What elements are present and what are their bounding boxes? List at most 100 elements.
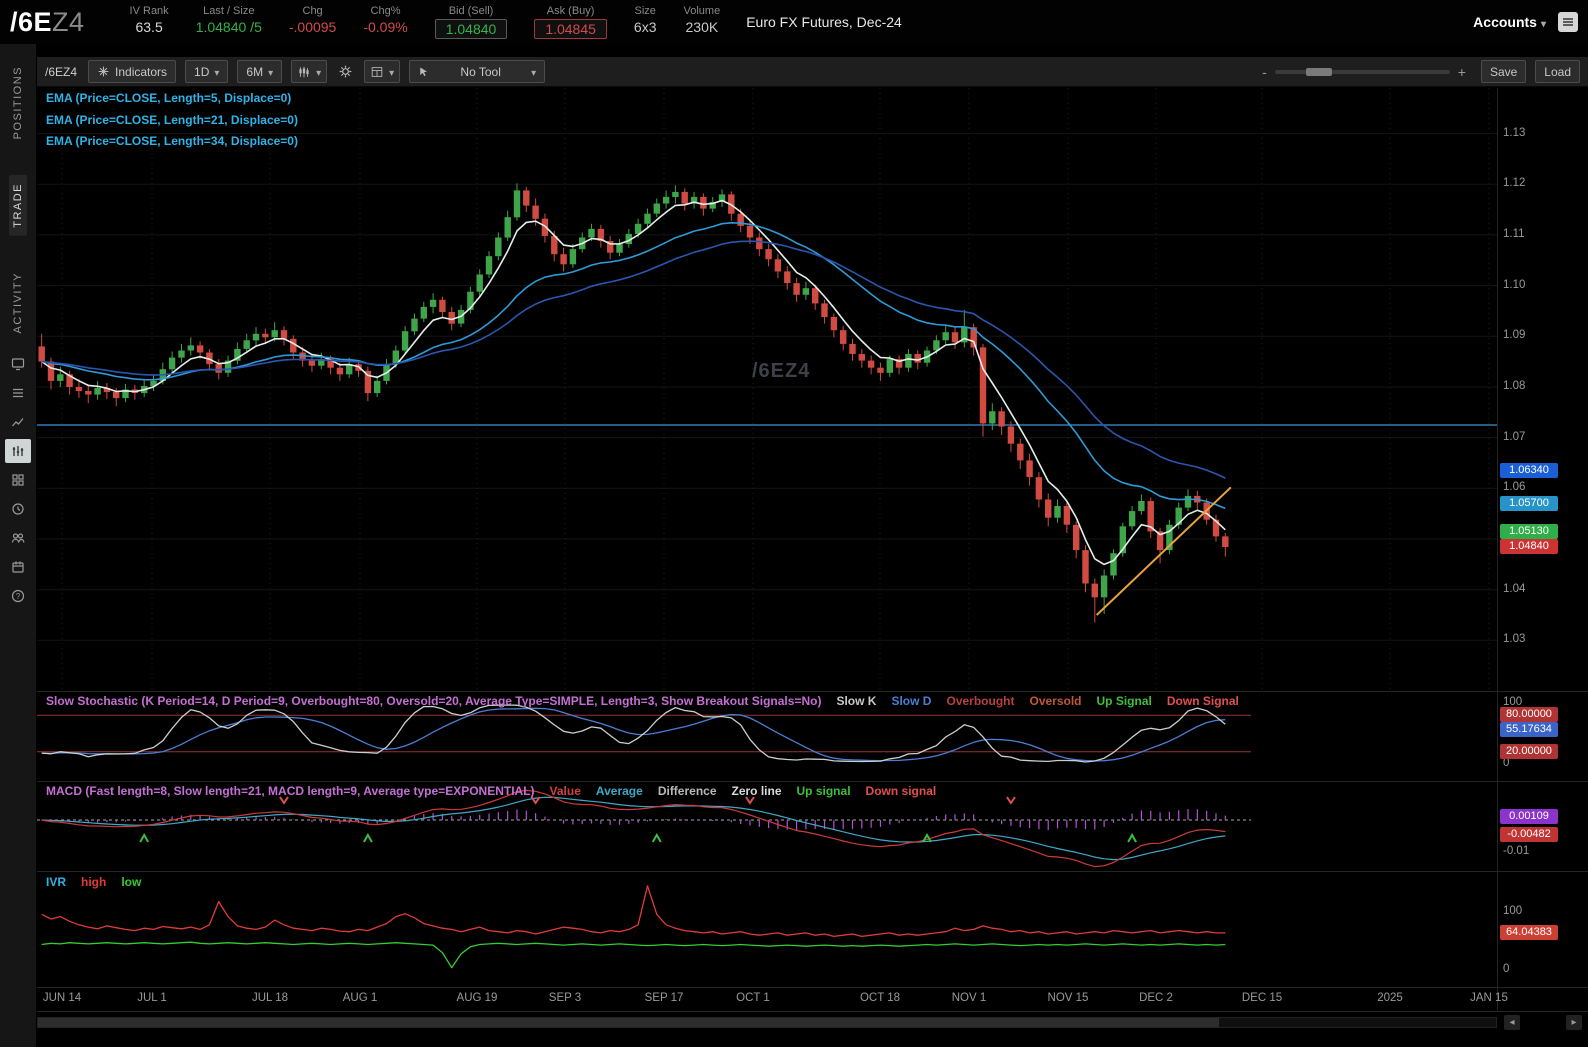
quote-field-size: Size6x3 — [634, 5, 657, 35]
sidebar-tab-trade[interactable]: TRADE — [9, 175, 27, 236]
sidebar-tabs: POSITIONS TRADE ACTIVITY — [0, 44, 36, 356]
indicators-label: Indicators — [115, 65, 167, 79]
sidebar-tab-activity[interactable]: ACTIVITY — [9, 264, 27, 342]
time-scrollbar-thumb[interactable] — [38, 1018, 1219, 1027]
time-axis-label: NOV 1 — [952, 992, 987, 1004]
panel-divider — [37, 691, 1588, 692]
zoom-slider-thumb[interactable] — [1306, 68, 1332, 76]
field-value: 1.04840 /5 — [196, 19, 262, 35]
field-label: IV Rank — [130, 5, 169, 17]
field-value[interactable]: 1.04845 — [534, 19, 607, 39]
contract-description: Euro FX Futures, Dec-24 — [746, 14, 902, 30]
hamburger-icon — [1562, 16, 1574, 28]
chevron-down-icon — [316, 65, 321, 79]
sidebar-icons: ? — [0, 352, 36, 608]
monitor-icon[interactable] — [5, 352, 31, 376]
field-value[interactable]: 1.04840 — [435, 19, 508, 39]
quote-field-chg-: Chg% -0.09% — [363, 5, 407, 35]
quote-field-ask-buy-: Ask (Buy)1.04845 — [534, 5, 607, 39]
left-sidebar: POSITIONS TRADE ACTIVITY ? — [0, 44, 37, 1047]
quote-field-chg: Chg-.00095 — [289, 5, 336, 35]
stochastic-panel-canvas[interactable] — [37, 692, 1497, 781]
clock-icon[interactable] — [5, 497, 31, 521]
quote-field-last-size: Last / Size1.04840 /5 — [196, 5, 262, 35]
symbol-month: Z4 — [52, 7, 85, 37]
ivr-panel-canvas[interactable] — [37, 872, 1497, 987]
panel-divider — [37, 781, 1588, 782]
zoom-out-button[interactable]: - — [1262, 64, 1267, 80]
quote-field-bid-sell-: Bid (Sell) 1.04840 — [435, 5, 508, 39]
field-value: 230K — [684, 19, 721, 35]
time-scrollbar[interactable] — [37, 1017, 1497, 1028]
field-value: 6x3 — [634, 19, 657, 35]
symbol-root: /6E — [10, 7, 52, 37]
scroll-right-button[interactable]: ▸ — [1566, 1015, 1582, 1030]
chart-icon[interactable] — [5, 439, 31, 463]
axis-price-bubble: 80.00000 — [1500, 707, 1558, 722]
range-value: 6M — [246, 65, 263, 79]
time-axis-label: SEP 3 — [549, 992, 581, 1004]
save-button[interactable]: Save — [1481, 60, 1526, 83]
timeframe-value: 1D — [194, 65, 209, 79]
field-label: Bid (Sell) — [435, 5, 508, 17]
help-icon[interactable]: ? — [5, 584, 31, 608]
quote-header: /6EZ4 IV Rank 63.5 Last / Size1.04840 /5 Ch… — [0, 0, 1588, 44]
grid-icon[interactable] — [5, 468, 31, 492]
time-axis-label: JUN 14 — [43, 992, 81, 1004]
trend-notes-icon[interactable] — [5, 410, 31, 434]
chart-toolbar: /6EZ4 Indicators 1D 6M No Tool - + Save — [37, 57, 1588, 87]
field-value: 63.5 — [130, 19, 169, 35]
axis-price-bubble: 1.05700 — [1500, 496, 1558, 511]
load-button[interactable]: Load — [1535, 60, 1580, 83]
candles-icon — [297, 65, 311, 79]
axis-label: 1.07 — [1503, 431, 1525, 443]
axis-price-bubble: 1.05130 — [1500, 524, 1558, 539]
field-label: Volume — [684, 5, 721, 17]
axis-price-bubble: 1.06340 — [1500, 463, 1558, 478]
chevron-down-icon — [268, 65, 273, 79]
accounts-dropdown[interactable]: Accounts — [1473, 14, 1546, 30]
axis-price-bubble: -0.00482 — [1500, 827, 1558, 842]
time-axis-label: OCT 18 — [860, 992, 900, 1004]
layout-dropdown[interactable] — [364, 60, 400, 83]
axis-label: 0 — [1503, 963, 1509, 975]
timeframe-dropdown[interactable]: 1D — [185, 60, 228, 83]
chart-symbol-label: /6EZ4 — [45, 65, 77, 79]
zoom-slider[interactable] — [1275, 70, 1450, 74]
menu-button[interactable] — [1558, 12, 1578, 32]
drawing-tool-value: No Tool — [460, 65, 500, 79]
zoom-in-button[interactable]: + — [1458, 64, 1466, 80]
quote-field-iv-rank: IV Rank 63.5 — [130, 5, 169, 35]
chevron-down-icon — [531, 65, 536, 79]
time-axis-label: JAN 15 — [1470, 992, 1508, 1004]
axis-label: 1.10 — [1503, 279, 1525, 291]
calendar-icon[interactable] — [5, 555, 31, 579]
field-label: Chg% — [363, 5, 407, 17]
axis-label: 1.04 — [1503, 583, 1525, 595]
axis-label: 100 — [1503, 905, 1522, 917]
price-chart-canvas[interactable] — [37, 88, 1497, 691]
chevron-down-icon — [214, 65, 219, 79]
chart-settings-button[interactable] — [336, 64, 355, 79]
field-value: -0.09% — [363, 19, 407, 35]
list-icon[interactable] — [5, 381, 31, 405]
macd-panel-canvas[interactable] — [37, 782, 1497, 871]
time-axis-label: AUG 1 — [343, 992, 378, 1004]
chevron-down-icon — [389, 65, 394, 79]
people-icon[interactable] — [5, 526, 31, 550]
header-right: Accounts — [1473, 12, 1588, 32]
cursor-icon — [418, 66, 430, 78]
axis-label: 1.12 — [1503, 177, 1525, 189]
indicators-button[interactable]: Indicators — [88, 60, 176, 83]
field-label: Chg — [289, 5, 336, 17]
chart-type-dropdown[interactable] — [291, 60, 327, 83]
sidebar-tab-positions[interactable]: POSITIONS — [9, 58, 27, 147]
time-axis-label: NOV 15 — [1048, 992, 1089, 1004]
time-axis-label: SEP 17 — [645, 992, 684, 1004]
time-axis-label: JUL 1 — [137, 992, 167, 1004]
drawing-tool-dropdown[interactable]: No Tool — [409, 60, 545, 83]
axis-label: 0 — [1503, 757, 1509, 769]
scroll-left-button[interactable]: ◂ — [1504, 1015, 1520, 1030]
range-dropdown[interactable]: 6M — [237, 60, 282, 83]
panel-divider — [37, 1011, 1588, 1012]
